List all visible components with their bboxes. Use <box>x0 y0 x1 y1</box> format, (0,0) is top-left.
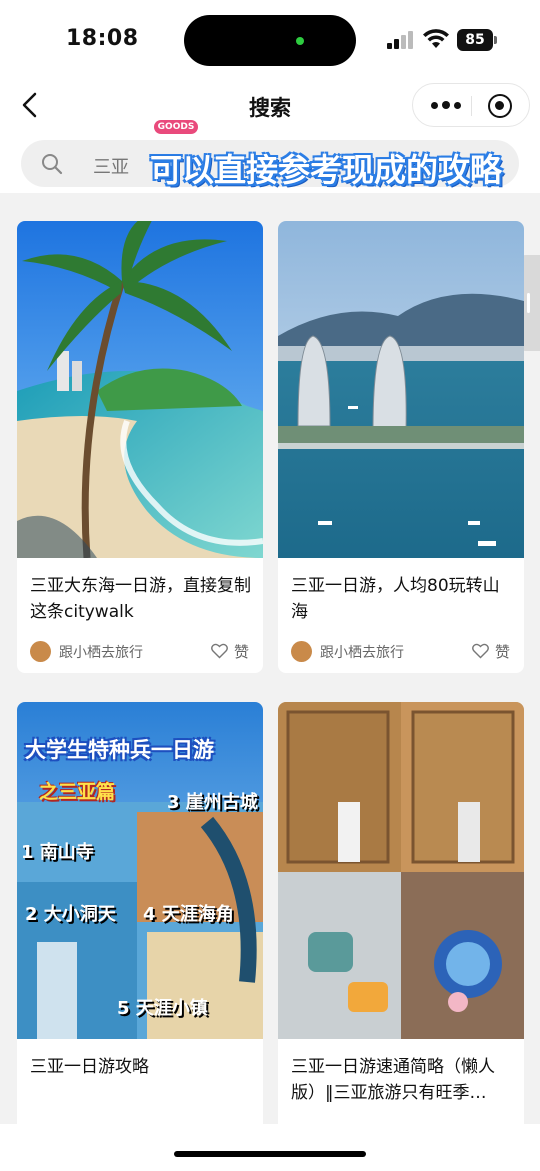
note-card[interactable]: 三亚一日游速通简略（懒人版）‖三亚旅游只有旺季… <box>278 702 524 1132</box>
mini-program-capsule <box>412 83 530 127</box>
card-image-beach <box>17 221 263 558</box>
collage-headline: 大学生特种兵一日游 <box>25 738 214 762</box>
cellular-signal-icon <box>387 31 415 49</box>
avatar[interactable] <box>30 641 51 662</box>
camera-indicator-dot <box>296 37 304 45</box>
avatar[interactable] <box>291 641 312 662</box>
capsule-divider <box>471 96 472 116</box>
collage-spot: 3 崖州古城 <box>167 792 258 813</box>
battery-tip <box>494 36 497 44</box>
more-options-icon[interactable] <box>431 97 461 113</box>
collage-spot: 4 天涯海角 <box>143 904 234 925</box>
like-label[interactable]: 赞 <box>234 641 249 662</box>
note-card[interactable]: 三亚大东海一日游，直接复制这条citywalk 跟小栖去旅行 赞 <box>17 221 263 673</box>
author-name[interactable]: 跟小栖去旅行 <box>59 642 143 662</box>
close-miniprogram-icon[interactable] <box>488 94 512 118</box>
heart-icon[interactable] <box>211 643 228 659</box>
search-icon <box>42 154 63 175</box>
card-title: 三亚一日游，人均80玩转山海 <box>291 576 500 622</box>
status-time: 18:08 <box>66 26 139 51</box>
collage-spot: 1 南山寺 <box>21 842 94 863</box>
home-indicator[interactable] <box>174 1151 366 1157</box>
note-card[interactable]: 大学生特种兵一日游 之三亚篇 3 崖州古城 1 南山寺 4 天涯海角 2 大小洞… <box>17 702 263 1132</box>
collage-subtitle: 之三亚篇 <box>39 781 116 803</box>
card-image-street-collage <box>278 702 524 1039</box>
card-image-phoenix-island <box>278 221 524 558</box>
card-meta: 跟小栖去旅行 赞 <box>30 639 252 663</box>
collage-spot: 5 天涯小镇 <box>117 998 208 1019</box>
card-title: 三亚大东海一日游，直接复制这条citywalk <box>30 576 251 622</box>
card-meta: 跟小栖去旅行 赞 <box>291 639 513 663</box>
goods-badge: GOODS <box>154 120 198 134</box>
promo-caption: 可以直接参考现成的攻略 <box>150 151 503 189</box>
like-label[interactable]: 赞 <box>495 641 510 662</box>
author-name[interactable]: 跟小栖去旅行 <box>320 642 404 662</box>
note-card[interactable]: 三亚一日游，人均80玩转山海 跟小栖去旅行 赞 <box>278 221 524 673</box>
status-bar: 18:08 85 <box>0 0 540 80</box>
collage-spot: 2 大小洞天 <box>25 904 116 925</box>
battery-icon: 85 <box>457 29 493 51</box>
search-query-text: 三亚 <box>93 157 129 178</box>
card-image-itinerary-collage: 大学生特种兵一日游 之三亚篇 3 崖州古城 1 南山寺 4 天涯海角 2 大小洞… <box>17 702 263 1039</box>
heart-icon[interactable] <box>472 643 489 659</box>
dynamic-island <box>184 15 356 66</box>
card-title: 三亚一日游速通简略（懒人版）‖三亚旅游只有旺季… <box>291 1057 495 1103</box>
card-title: 三亚一日游攻略 <box>30 1057 149 1077</box>
bottom-safe-area <box>0 1124 540 1171</box>
wifi-icon <box>423 29 449 48</box>
